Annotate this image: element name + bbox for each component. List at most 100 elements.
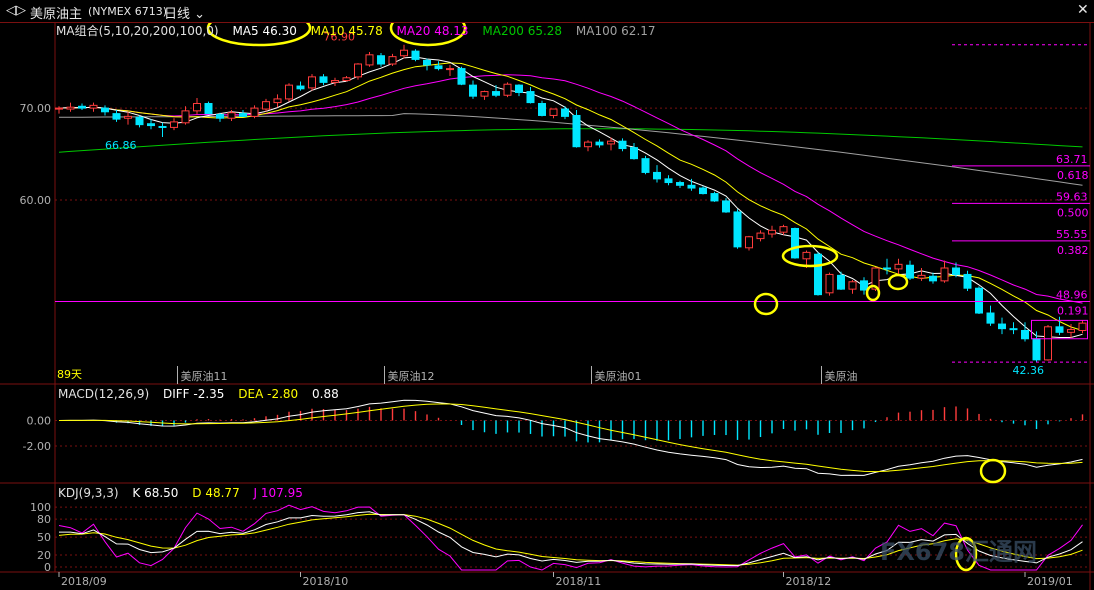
candle-body [791,227,799,259]
candle-body [170,121,178,128]
ma100-value: 62.17 [621,24,656,38]
candle-body [814,253,822,296]
candle-body [526,91,535,104]
diff-legend: DIFF -2.35 [163,387,224,401]
candle-body [319,76,328,83]
candle-body [653,171,661,180]
candle-body [342,77,351,82]
candle-body [825,273,834,294]
fib-ratio-label: 0.618 [1057,169,1089,182]
candle-body [722,200,730,213]
macd-value: 0.88 [312,387,339,401]
candle-body [837,274,845,290]
candle-body [584,141,592,148]
back-arrow-icon[interactable]: ◁▷ [6,3,26,18]
candle-body [158,125,167,128]
candle-body [848,281,857,290]
ma100-legend: MA100 62.17 [576,24,656,38]
candle-body [296,85,305,90]
candle-body [204,103,213,115]
candle-body [55,107,63,110]
ma10-legend: MA10 45.78 [311,24,383,38]
y-tick-label: 50 [37,531,51,544]
y-tick-label: 0 [44,561,51,574]
k-value: 68.50 [144,486,179,500]
candle-body [423,59,431,66]
dea-value: -2.80 [267,387,299,401]
candle-body [929,275,937,282]
candle-body [469,84,477,97]
candle-body [998,323,1006,330]
fib-price-label: 55.55 [1056,228,1088,241]
candle-body [710,193,719,202]
kdj-legend: KDJ(9,3,3) K 68.50 D 48.77 J 107.95 [58,486,313,500]
ma-group-label[interactable]: MA组合(5,10,20,200,100,0) [56,24,219,38]
candle-body [975,287,983,314]
candle-body [952,267,960,275]
y-tick-label: -2.00 [23,440,51,453]
d-legend: D 48.77 [192,486,239,500]
candle-body [894,263,903,270]
period-selector[interactable]: 日线 ⌄ [164,3,205,22]
contract-label: 美原油11 [181,369,228,383]
candle-body [400,49,408,57]
candle-body [595,141,604,146]
diff-value: -2.35 [193,387,225,401]
x-tick-label: 2018/12 [786,575,832,588]
contract-label: 美原油 [825,369,858,383]
candle-body [699,187,707,195]
candle-body [480,91,489,97]
candle-body [963,273,972,289]
contract-label: 美原油01 [595,369,642,383]
ma200-name: MA200 [482,24,524,38]
candle-body [365,54,374,66]
candle-body [986,312,995,324]
candle-body [112,113,121,120]
candle-body [1021,329,1029,340]
ma5-legend: MA5 46.30 [232,24,296,38]
candle-body [1055,326,1064,333]
ma200-value: 65.28 [527,24,563,38]
dea-name: DEA [238,387,264,401]
watermark-logo: FX678汇通网 [880,538,1037,566]
chevron-down-icon: ⌄ [190,7,206,22]
ma10-value: 45.78 [348,24,383,38]
contract-label: 美原油12 [388,369,435,383]
candle-body [446,68,454,71]
candle-body [273,98,282,104]
candle-body [377,55,385,65]
candle-body [917,274,926,279]
candle-body [101,107,109,113]
candle-body [89,104,98,109]
low-price-label: 42.36 [1013,364,1045,377]
symbol-code: (NYMEX 6713) [88,5,167,18]
fib-ratio-label: 0.382 [1057,244,1089,257]
chart-canvas: 70.00 60.00 63.71 0.618 59.63 0.500 55.55 0.382… [0,0,1094,590]
candle-body [227,112,236,119]
top-toolbar: ◁▷ 美原油主 (NYMEX 6713) 日线 ⌄ ✕ [0,0,1094,23]
candle-body [1078,322,1087,331]
macd-title[interactable]: MACD(12,26,9) [58,387,149,401]
j-legend: J 107.95 [254,486,303,500]
y-tick-label: 60.00 [20,194,52,207]
candle-body [135,116,144,126]
kdj-title[interactable]: KDJ(9,3,3) [58,486,119,500]
fib-ratio-label: 0.191 [1057,304,1089,317]
symbol-name: 美原油主 [30,7,83,22]
candle-body [779,226,788,233]
y-tick-label: 80 [37,513,51,526]
candle-body [607,140,615,145]
fib-price-label: 63.71 [1056,153,1088,166]
candle-body [250,107,259,117]
candle-body [860,280,868,291]
fib-ratio-label: 0.500 [1057,206,1089,219]
candle-body [802,251,811,260]
candle-body [687,184,696,189]
candle-body [216,114,224,119]
close-icon[interactable]: ✕ [1077,2,1089,18]
candle-body [515,84,523,93]
candle-body [641,158,650,173]
candle-body [1032,338,1041,361]
ma20-value: 48.13 [434,24,469,38]
k-legend: K 68.50 [132,486,178,500]
